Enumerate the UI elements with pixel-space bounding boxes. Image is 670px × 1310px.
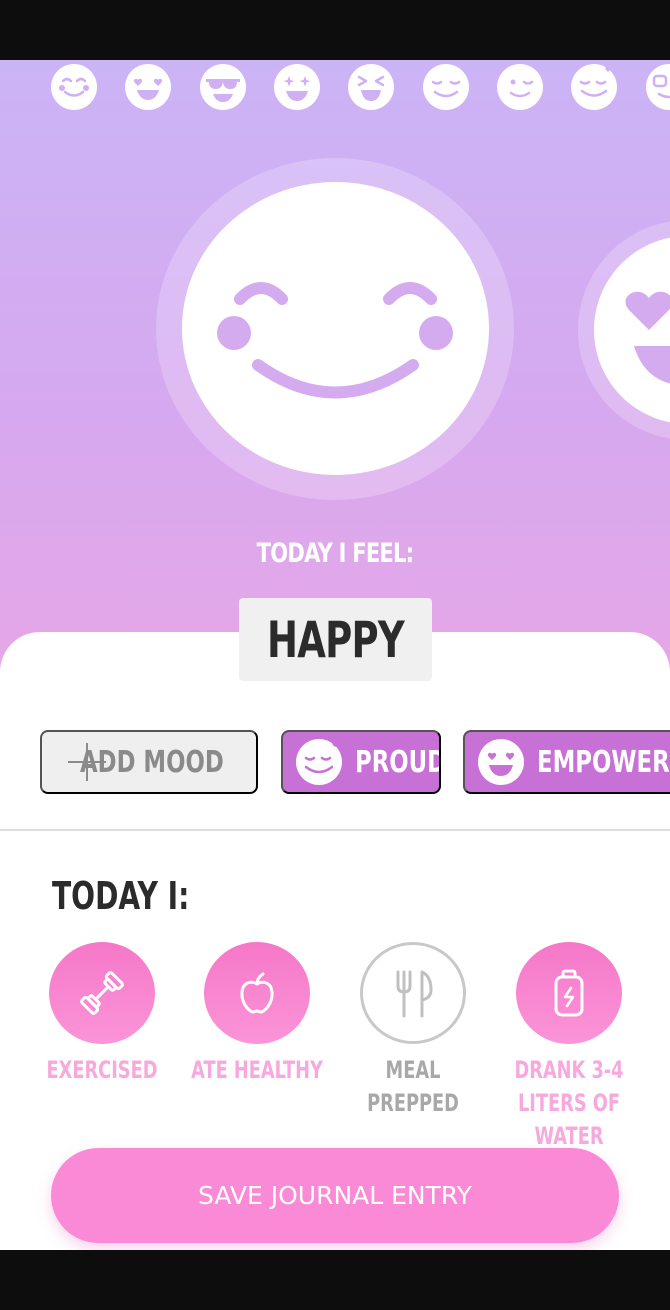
habit-label: EXERCISED	[46, 1056, 158, 1084]
mood-chip-label: EMPOWERED	[537, 744, 670, 780]
habit-toggle[interactable]	[49, 942, 155, 1044]
happy-face-icon[interactable]	[182, 182, 489, 475]
winking-face-icon[interactable]	[497, 64, 543, 110]
save-journal-entry-button[interactable]: SAVE JOURNAL ENTRY	[51, 1148, 619, 1243]
add-mood-button[interactable]: ADD MOOD	[40, 730, 258, 794]
navigation-bar	[0, 1250, 670, 1310]
mood-strip[interactable]	[0, 60, 670, 112]
proud-face-icon	[296, 739, 342, 785]
section-divider	[0, 829, 670, 831]
habit-toggle[interactable]	[204, 942, 310, 1044]
add-mood-label: ADD MOOD	[80, 744, 224, 780]
habit-drank-water[interactable]: DRANK 3-4 LITERS OF WATER	[489, 942, 649, 1150]
selected-mood-text: HAPPY	[267, 610, 405, 669]
habit-toggle[interactable]	[516, 942, 622, 1044]
dumbbell-icon	[80, 971, 124, 1015]
habit-ate-healthy[interactable]: ATE HEALTHY	[177, 942, 337, 1142]
status-bar	[0, 0, 670, 60]
habit-label: ATE HEALTHY	[191, 1056, 323, 1084]
nerd-face-icon[interactable]	[646, 64, 670, 110]
today-i-label: TODAY I:	[52, 874, 190, 918]
mood-chip-empowered[interactable]: EMPOWERED	[463, 730, 670, 794]
selected-mood-name: HAPPY	[239, 598, 432, 681]
smiling-face-icon[interactable]	[51, 64, 97, 110]
habit-label: MEAL PREPPED	[367, 1056, 459, 1117]
star-eyes-icon[interactable]	[274, 64, 320, 110]
mood-chip-label: PROUD	[355, 744, 441, 780]
proud-face-icon[interactable]	[571, 64, 617, 110]
water-bottle-icon	[554, 969, 584, 1017]
laughing-face-icon[interactable]	[348, 64, 394, 110]
habit-meal-prepped[interactable]: MEAL PREPPED	[333, 942, 493, 1142]
habit-label: DRANK 3-4 LITERS OF WATER	[514, 1056, 624, 1150]
habit-exercised[interactable]: EXERCISED	[22, 942, 182, 1142]
next-mood-heart-eyes-icon[interactable]	[594, 236, 670, 424]
mood-chip-proud[interactable]: PROUD	[281, 730, 441, 794]
fork-knife-icon	[396, 970, 433, 1018]
content-face-icon[interactable]	[423, 64, 469, 110]
apple-icon	[240, 972, 274, 1014]
habit-toggle[interactable]	[360, 942, 466, 1044]
heart-eyes-icon[interactable]	[125, 64, 171, 110]
heart-eyes-icon	[478, 739, 524, 785]
today-i-feel-label: TODAY I FEEL:	[256, 538, 414, 569]
sunglasses-face-icon[interactable]	[200, 64, 246, 110]
